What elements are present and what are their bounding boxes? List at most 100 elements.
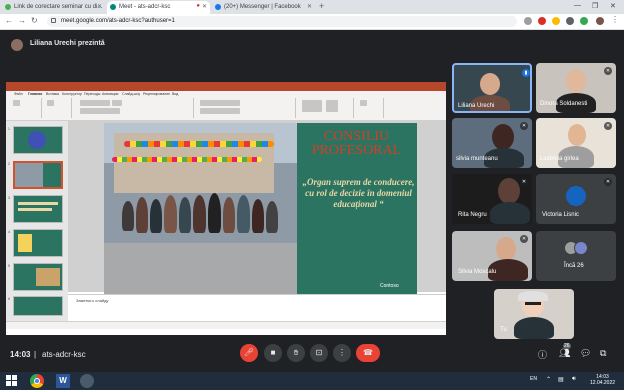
profile-avatar[interactable]	[596, 17, 604, 25]
presenter-avatar	[11, 39, 23, 51]
windows-start-icon[interactable]	[6, 375, 18, 387]
ppt-title-bar	[6, 82, 446, 91]
facebook-icon	[215, 4, 221, 10]
separator: |	[34, 350, 37, 359]
reload-icon[interactable]: ↻	[31, 16, 38, 26]
slide-number: 2	[8, 162, 10, 166]
tab-meet[interactable]: Meet - ats-adcr-ksc ● ✕	[107, 1, 210, 14]
notes-field[interactable]: Заметки к слайду	[68, 294, 446, 304]
mic-off-button[interactable]: 🎤︎	[240, 344, 258, 362]
extension-icon[interactable]	[524, 17, 532, 25]
language-indicator[interactable]: EN	[530, 376, 537, 382]
network-icon[interactable]: ▤	[558, 376, 564, 383]
participant-name: Dinora Soldanesti	[540, 101, 588, 107]
arrange-icon[interactable]	[326, 100, 338, 112]
close-icon[interactable]: ✕	[202, 3, 207, 10]
participant-tile[interactable]: Liliana Urechi ▮	[452, 63, 532, 113]
present-button[interactable]: ⊡	[310, 344, 328, 362]
minimize-icon[interactable]: —	[574, 2, 581, 9]
slide-thumbnail[interactable]	[13, 195, 63, 223]
recording-icon: ●	[196, 3, 200, 9]
slide-thumbnail-selected[interactable]	[13, 161, 63, 189]
slide-thumbnail[interactable]	[13, 263, 63, 291]
slide-number: 3	[8, 196, 10, 200]
star-icon[interactable]	[552, 17, 560, 25]
activities-icon[interactable]: ⧉	[600, 348, 606, 359]
tab-corectare-seminar[interactable]: Link de corectare seminar cu di... ✕	[2, 1, 105, 14]
find-icon[interactable]	[360, 100, 367, 106]
participant-name: Victoria Lisnic	[542, 212, 579, 218]
tab-title: (20+) Messenger | Facebook	[224, 4, 301, 10]
new-tab-button[interactable]: +	[319, 2, 324, 11]
slide-thumbnail[interactable]	[13, 126, 63, 154]
camera-button[interactable]: ■	[264, 344, 282, 362]
app-taskbar-icon[interactable]	[80, 374, 94, 388]
ribbon-tab: Вставка	[46, 92, 60, 96]
chat-icon[interactable]: 💬︎	[580, 348, 591, 359]
tray-clock[interactable]: 14:03 12.04.2022	[590, 374, 615, 386]
ribbon-tab: Анимация	[102, 92, 119, 96]
ribbon-tab: Слайд-шоу	[122, 92, 141, 96]
more-participants-label: Încă 26	[564, 263, 584, 269]
more-participants-tile[interactable]: Încă 26	[536, 231, 616, 281]
contoso-logo: Contoso	[380, 283, 399, 289]
self-view-tile[interactable]: Tu	[494, 289, 574, 339]
participant-name: Liudmila girlea	[540, 156, 579, 162]
back-icon[interactable]: ←	[5, 16, 13, 26]
slide-thumbnail[interactable]	[13, 296, 63, 316]
tab-messenger[interactable]: (20+) Messenger | Facebook ✕	[212, 1, 315, 14]
mic-off-icon: ✕	[520, 235, 528, 243]
presenter-label: Liliana Urechi prezintă	[30, 40, 105, 47]
more-options-button[interactable]: ⋮	[333, 344, 351, 362]
ribbon-tab: Рецензирование	[143, 92, 171, 96]
lock-icon[interactable]	[51, 18, 56, 23]
slide-quote: „Organ suprem de conducere, cu rol de de…	[302, 177, 415, 209]
close-icon[interactable]: ✕	[307, 3, 312, 10]
list-icon[interactable]	[200, 100, 240, 106]
slide-number: 6	[8, 297, 10, 301]
font-format-icon[interactable]	[80, 108, 120, 114]
sheets-icon	[5, 4, 11, 10]
close-icon[interactable]: ✕	[97, 3, 102, 10]
font-size-field[interactable]	[112, 100, 122, 106]
new-slide-icon[interactable]	[47, 100, 54, 106]
participant-tile[interactable]: Liudmila girlea ✕	[536, 118, 616, 168]
participant-name: Silvia Moscalu	[458, 269, 497, 275]
extension-icon[interactable]	[580, 17, 588, 25]
close-window-icon[interactable]: ✕	[610, 2, 616, 10]
participant-tile[interactable]: Victoria Lisnic ✕	[536, 174, 616, 224]
url-field[interactable]: meet.google.com/ats-adcr-ksc?authuser=1	[47, 16, 517, 27]
tray-up-icon[interactable]: ⌃	[546, 376, 551, 383]
end-call-button[interactable]: ☎︎	[356, 344, 380, 362]
paste-icon[interactable]	[13, 100, 20, 106]
people-icon[interactable]: 👥︎	[559, 348, 570, 359]
meeting-time: 14:03	[10, 350, 31, 359]
speaking-icon: ▮	[522, 69, 530, 77]
chrome-taskbar-icon[interactable]	[30, 374, 44, 388]
meeting-code: ats-adcr-ksc	[42, 350, 86, 359]
word-taskbar-icon[interactable]: W	[56, 374, 70, 388]
slide-thumbnail[interactable]	[13, 229, 63, 257]
align-icon[interactable]	[200, 108, 240, 114]
ppt-status-bar	[6, 321, 446, 329]
volume-icon[interactable]: 🔊︎	[572, 376, 576, 383]
menu-dots-icon[interactable]: ⋮	[611, 15, 619, 25]
puzzle-icon[interactable]	[566, 17, 574, 25]
forward-icon[interactable]: →	[18, 16, 26, 26]
record-extension-icon[interactable]	[538, 17, 546, 25]
mic-off-icon: ✕	[520, 122, 528, 130]
ribbon-tab: Главная	[28, 92, 43, 96]
font-name-field[interactable]	[80, 100, 110, 106]
maximize-icon[interactable]: ❐	[592, 2, 598, 10]
ribbon-tab: Вид	[172, 92, 179, 96]
participant-tile[interactable]: Dinora Soldanesti ✕	[536, 63, 616, 113]
participant-tile[interactable]: silvia munteanu ✕	[452, 118, 532, 168]
shapes-icon[interactable]	[302, 100, 322, 112]
slide-number: 4	[8, 230, 10, 234]
raise-hand-button[interactable]: ✋︎	[287, 344, 305, 362]
participant-tile[interactable]: Silvia Moscalu ✕	[452, 231, 532, 281]
participant-tile[interactable]: Rita Negru ✕	[452, 174, 532, 224]
meet-icon	[110, 4, 116, 10]
slide-number: 5	[8, 264, 10, 268]
info-icon[interactable]: ⓘ	[538, 348, 547, 361]
